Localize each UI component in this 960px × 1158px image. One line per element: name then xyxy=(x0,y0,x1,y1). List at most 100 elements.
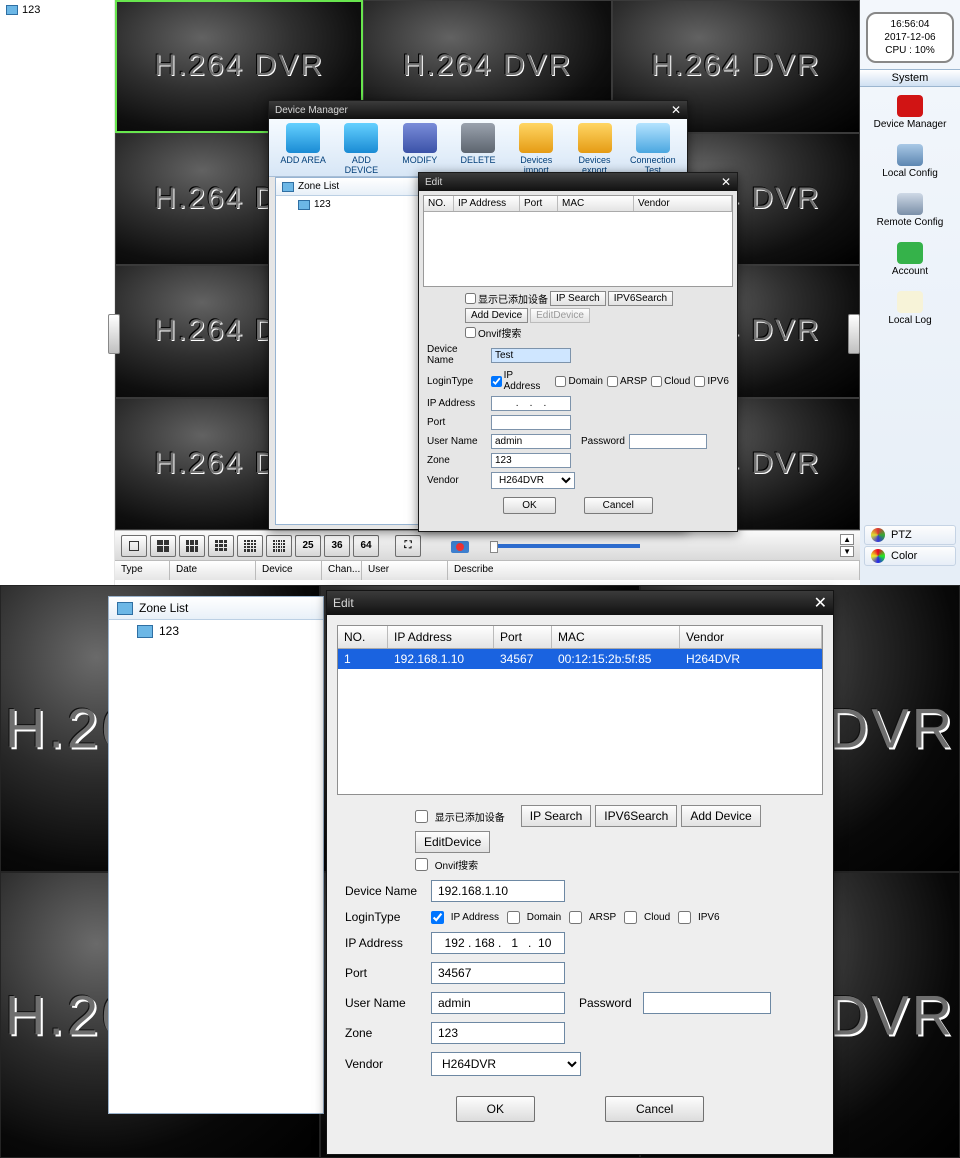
edit2-titlebar[interactable]: Edit ✕ xyxy=(327,591,833,615)
folder-icon xyxy=(6,5,18,15)
layout-25[interactable]: 25 xyxy=(295,535,321,557)
devmgr-toolbar: ADD AREAADD DEVICE MODIFY DELETE Devices im… xyxy=(269,119,687,177)
layout-20[interactable] xyxy=(266,535,292,557)
show-added-check-2[interactable]: 显示已添加设备 xyxy=(415,809,505,824)
user-input[interactable] xyxy=(491,434,571,449)
device-name-input[interactable] xyxy=(491,348,571,363)
ltype-cloud[interactable]: Cloud xyxy=(651,376,690,387)
ip-input-2[interactable] xyxy=(431,932,565,954)
edit-device-button: EditDevice xyxy=(530,308,590,323)
ok-button[interactable]: OK xyxy=(503,497,555,514)
layout-toolbar: 25 36 64 ⛶ ▲ ▼ xyxy=(115,530,860,560)
scroll-up[interactable]: ▲ xyxy=(840,534,854,545)
side-panel-ptz[interactable]: PTZ xyxy=(864,525,956,545)
vendor-select-2[interactable]: H264DVR xyxy=(431,1052,581,1076)
sysbar-label: Device Manager xyxy=(860,119,960,130)
layout-36[interactable]: 36 xyxy=(324,535,350,557)
ltype-domain[interactable]: Domain xyxy=(555,376,602,387)
ltype-ipv6[interactable]: IPV6 xyxy=(694,376,729,387)
watermark: H.264 DVR xyxy=(154,49,324,83)
sysbar-account[interactable]: Account xyxy=(860,234,960,283)
user-input-2[interactable] xyxy=(431,992,565,1014)
ltype-ipv6-2[interactable]: IPV6 xyxy=(678,911,719,924)
snapshot-icon[interactable] xyxy=(445,535,475,557)
devmgr-add-device[interactable]: ADD DEVICE xyxy=(335,123,387,174)
toolbar-label: DELETE xyxy=(452,155,504,165)
ok-button-2[interactable]: OK xyxy=(456,1096,535,1122)
port-input-2[interactable] xyxy=(431,962,565,984)
fullscreen-button[interactable]: ⛶ xyxy=(395,535,421,557)
add-device-button-2[interactable]: Add Device xyxy=(681,805,760,827)
edit2-device-list[interactable]: NO. IP Address Port MAC Vendor 1 192.168… xyxy=(337,625,823,795)
sysbar-remote-config[interactable]: Remote Config xyxy=(860,185,960,234)
add-device-button[interactable]: Add Device xyxy=(465,308,528,323)
left-expand-handle[interactable] xyxy=(108,314,120,354)
folder-icon xyxy=(137,625,153,638)
ltype-domain-2[interactable]: Domain xyxy=(507,911,561,924)
ltype-ip[interactable]: IP Address xyxy=(491,370,552,392)
layout-6[interactable] xyxy=(179,535,205,557)
ip-search-button[interactable]: IP Search xyxy=(550,291,606,306)
onvif-check-2[interactable]: Onvif搜索 xyxy=(415,857,478,872)
devmgr-title: Device Manager xyxy=(275,105,348,116)
scroll-down[interactable]: ▼ xyxy=(840,546,854,557)
device-row-selected[interactable]: 1 192.168.1.10 34567 00:12:15:2b:5f:85 H… xyxy=(338,649,822,669)
devmgr-connection-test[interactable]: Connection Test xyxy=(627,123,679,174)
edit-window-large: Edit ✕ NO. IP Address Port MAC Vendor 1 … xyxy=(326,590,834,1155)
ipv6-search-button[interactable]: IPV6Search xyxy=(608,291,673,306)
sysbar-icon xyxy=(897,242,923,264)
devmgr-delete[interactable]: DELETE xyxy=(452,123,504,174)
devmgr-modify[interactable]: MODIFY xyxy=(394,123,446,174)
ltype-arsp[interactable]: ARSP xyxy=(607,376,647,387)
layout-4[interactable] xyxy=(150,535,176,557)
zone-list-header-2: Zone List xyxy=(109,597,323,620)
ip-search-button-2[interactable]: IP Search xyxy=(521,805,591,827)
layout-9[interactable] xyxy=(208,535,234,557)
edit-device-button-2[interactable]: EditDevice xyxy=(415,831,490,853)
zoom-slider[interactable] xyxy=(490,544,640,548)
ltype-ip-2[interactable]: IP Address xyxy=(431,911,499,924)
clock-time: 16:56:04 xyxy=(870,18,950,31)
edit2-close-icon[interactable]: ✕ xyxy=(814,593,827,613)
device-name-input-2[interactable] xyxy=(431,880,565,902)
zone-item-2[interactable]: 123 xyxy=(109,620,323,642)
sysbar-local-config[interactable]: Local Config xyxy=(860,136,960,185)
show-added-check[interactable]: 显示已添加设备 xyxy=(465,291,548,306)
sysbar-local-log[interactable]: Local Log xyxy=(860,283,960,332)
zone-input-2[interactable] xyxy=(431,1022,565,1044)
tree-item[interactable]: 123 xyxy=(0,0,114,20)
password-input[interactable] xyxy=(629,434,707,449)
cancel-button[interactable]: Cancel xyxy=(584,497,653,514)
zone-input[interactable] xyxy=(491,453,571,468)
side-panel-color[interactable]: Color xyxy=(864,546,956,566)
devmgr-titlebar[interactable]: Device Manager ✕ xyxy=(269,101,687,119)
devmgr-devices-import[interactable]: Devices import xyxy=(510,123,562,174)
layout-64[interactable]: 64 xyxy=(353,535,379,557)
right-expand-handle[interactable] xyxy=(848,314,860,354)
ltype-cloud-2[interactable]: Cloud xyxy=(624,911,670,924)
ipv6-search-button-2[interactable]: IPV6Search xyxy=(595,805,677,827)
layout-1[interactable] xyxy=(121,535,147,557)
edit1-close-icon[interactable]: ✕ xyxy=(721,175,731,189)
edit1-device-list[interactable]: NO. IP Address Port MAC Vendor xyxy=(423,195,733,287)
devmgr-devices-export[interactable]: Devices export xyxy=(568,123,620,174)
ip-input[interactable] xyxy=(491,396,571,411)
devmgr-add-area[interactable]: ADD AREA xyxy=(277,123,329,174)
toolbar-label: MODIFY xyxy=(394,155,446,165)
edit1-titlebar[interactable]: Edit ✕ xyxy=(419,173,737,191)
toolbar-icon xyxy=(636,123,670,153)
onvif-check[interactable]: Onvif搜索 xyxy=(465,325,521,340)
panel-icon xyxy=(871,528,885,542)
ltype-arsp-2[interactable]: ARSP xyxy=(569,911,616,924)
port-input[interactable] xyxy=(491,415,571,430)
toolbar-icon xyxy=(403,123,437,153)
cancel-button-2[interactable]: Cancel xyxy=(605,1096,704,1122)
password-input-2[interactable] xyxy=(643,992,771,1014)
vendor-select[interactable]: H264DVR xyxy=(491,472,575,489)
devmgr-close-icon[interactable]: ✕ xyxy=(671,103,681,117)
sysbar-device-manager[interactable]: Device Manager xyxy=(860,87,960,136)
layout-16[interactable] xyxy=(237,535,263,557)
watermark: H.264 DVR xyxy=(403,49,573,83)
clock-box: 16:56:04 2017-12-06 CPU : 10% xyxy=(866,12,954,63)
toolbar-icon xyxy=(461,123,495,153)
